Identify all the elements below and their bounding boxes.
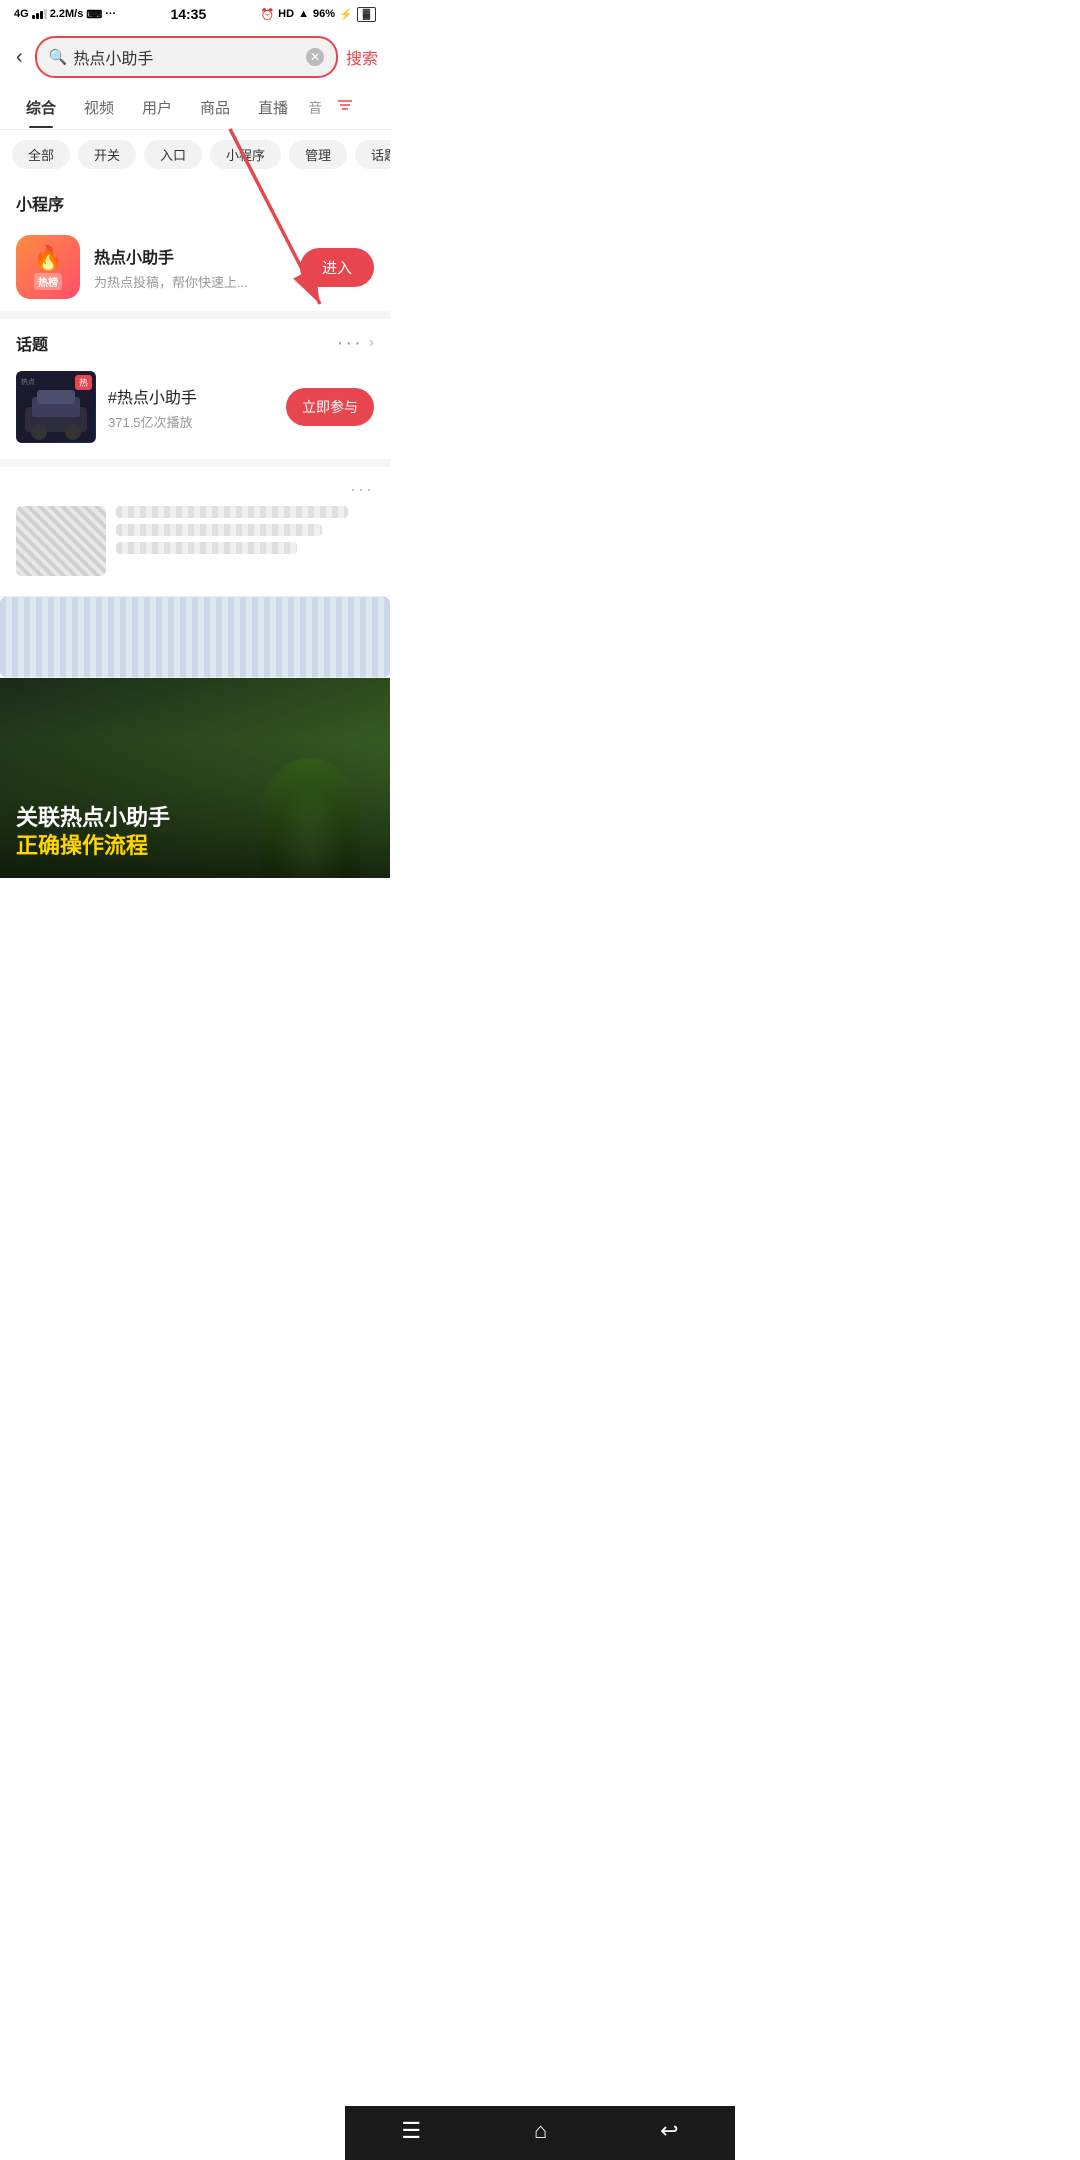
mini-program-section: 小程序 🔥 热榜 热点小助手 为热点投稿，帮你快速上... 进入	[0, 179, 390, 319]
topic-arrow-icon[interactable]: ›	[369, 334, 374, 352]
chip-开关[interactable]: 开关	[78, 140, 136, 169]
video-title-line1: 关联热点小助手	[16, 805, 374, 831]
enter-button[interactable]: 进入	[300, 248, 374, 287]
tab-直播[interactable]: 直播	[244, 87, 302, 128]
content-more-icon[interactable]: ···	[350, 479, 374, 500]
back-button[interactable]: ‹	[12, 42, 27, 73]
content-thumbnail	[16, 506, 106, 576]
topic-more-icon[interactable]: ···	[337, 332, 363, 355]
tab-视频[interactable]: 视频	[70, 87, 128, 128]
topic-info: #热点小助手 371.5亿次播放	[108, 384, 274, 431]
usb-icon: ⌨	[86, 8, 102, 21]
svg-text:热点: 热点	[21, 377, 35, 386]
signal-bar-2	[36, 13, 39, 19]
content-card-2	[0, 597, 390, 678]
topic-stats: 371.5亿次播放	[108, 412, 274, 431]
battery-icon: ▓	[357, 7, 376, 22]
fire-emoji: 🔥	[33, 244, 63, 273]
content-text-lines	[116, 506, 374, 576]
chip-全部[interactable]: 全部	[12, 140, 70, 169]
signal-bar-4	[44, 9, 47, 19]
search-icon: 🔍	[49, 48, 68, 66]
video-title-line2: 正确操作流程	[16, 831, 374, 862]
search-button[interactable]: 搜索	[346, 45, 378, 69]
topic-thumbnail: 热点 热	[16, 371, 96, 443]
mini-program-section-title: 小程序	[0, 179, 390, 223]
signal-bar-3	[40, 11, 43, 19]
filter-icon[interactable]	[328, 86, 362, 129]
tab-商品[interactable]: 商品	[186, 87, 244, 128]
content-card-1: ···	[0, 467, 390, 597]
app-icon-text: 热榜	[34, 273, 62, 290]
wifi-icon: ▲	[298, 8, 309, 20]
mini-program-card: 🔥 热榜 热点小助手 为热点投稿，帮你快速上... 进入	[0, 223, 390, 319]
search-input[interactable]: 热点小助手	[73, 45, 300, 69]
video-text-overlay: 关联热点小助手 正确操作流程	[0, 789, 390, 878]
network-type: 4G	[14, 8, 29, 20]
chip-管理[interactable]: 管理	[289, 140, 347, 169]
search-bar-row: ‹ 🔍 热点小助手 ✕ 搜索	[0, 28, 390, 86]
tab-音[interactable]: 音	[302, 88, 328, 128]
search-input-wrap[interactable]: 🔍 热点小助手 ✕	[35, 36, 338, 78]
video-thumbnail[interactable]: 关联热点小助手 正确操作流程	[0, 678, 390, 878]
topic-header: 话题 ··· ›	[0, 319, 390, 363]
app-icon: 🔥 热榜	[16, 235, 80, 299]
chip-话题[interactable]: 话题	[355, 140, 390, 169]
clock: 14:35	[170, 6, 206, 22]
participate-button[interactable]: 立即参与	[286, 388, 374, 426]
network-speed: 2.2M/s	[50, 8, 84, 20]
mini-program-desc: 为热点投稿，帮你快速上...	[94, 272, 286, 291]
battery-percent: 96%	[313, 8, 335, 20]
topic-section: 话题 ··· › 热点 热	[0, 319, 390, 467]
signal-bar-1	[32, 15, 35, 19]
topic-card: 热点 热 #热点小助手 371.5亿次播放 立即参与	[0, 363, 390, 459]
status-bar: 4G 2.2M/s ⌨ ··· 14:35 ⏰ HD ▲ 96% ⚡ ▓	[0, 0, 390, 28]
chip-小程序[interactable]: 小程序	[210, 140, 281, 169]
signal-bars	[32, 9, 47, 19]
topic-section-title: 话题	[16, 331, 331, 355]
chips-row: 全部 开关 入口 小程序 管理 话题	[0, 130, 390, 179]
tab-综合[interactable]: 综合	[12, 87, 70, 128]
hd-badge: HD	[278, 8, 294, 20]
topic-name: #热点小助手	[108, 384, 274, 408]
tab-用户[interactable]: 用户	[128, 87, 186, 128]
video-card: 关联热点小助手 正确操作流程	[0, 678, 390, 878]
status-right: ⏰ HD ▲ 96% ⚡ ▓	[260, 7, 376, 22]
clear-button[interactable]: ✕	[306, 48, 324, 66]
topic-badge: 热	[75, 375, 92, 390]
chip-入口[interactable]: 入口	[144, 140, 202, 169]
content-text-3	[116, 542, 297, 554]
content-text-2	[116, 524, 322, 536]
dots-icon: ···	[105, 8, 116, 20]
charging-icon: ⚡	[339, 8, 353, 21]
content-card-top	[16, 506, 374, 576]
alarm-icon: ⏰	[260, 8, 274, 21]
status-left: 4G 2.2M/s ⌨ ···	[14, 8, 116, 21]
content-text-1	[116, 506, 348, 518]
mini-program-name: 热点小助手	[94, 244, 286, 268]
content-wide-thumb	[0, 597, 390, 677]
content-section: ···	[0, 467, 390, 878]
mini-program-info: 热点小助手 为热点投稿，帮你快速上...	[94, 244, 286, 291]
app-icon-inner: 🔥 热榜	[33, 244, 63, 290]
tabs-row: 综合 视频 用户 商品 直播 音	[0, 86, 390, 130]
